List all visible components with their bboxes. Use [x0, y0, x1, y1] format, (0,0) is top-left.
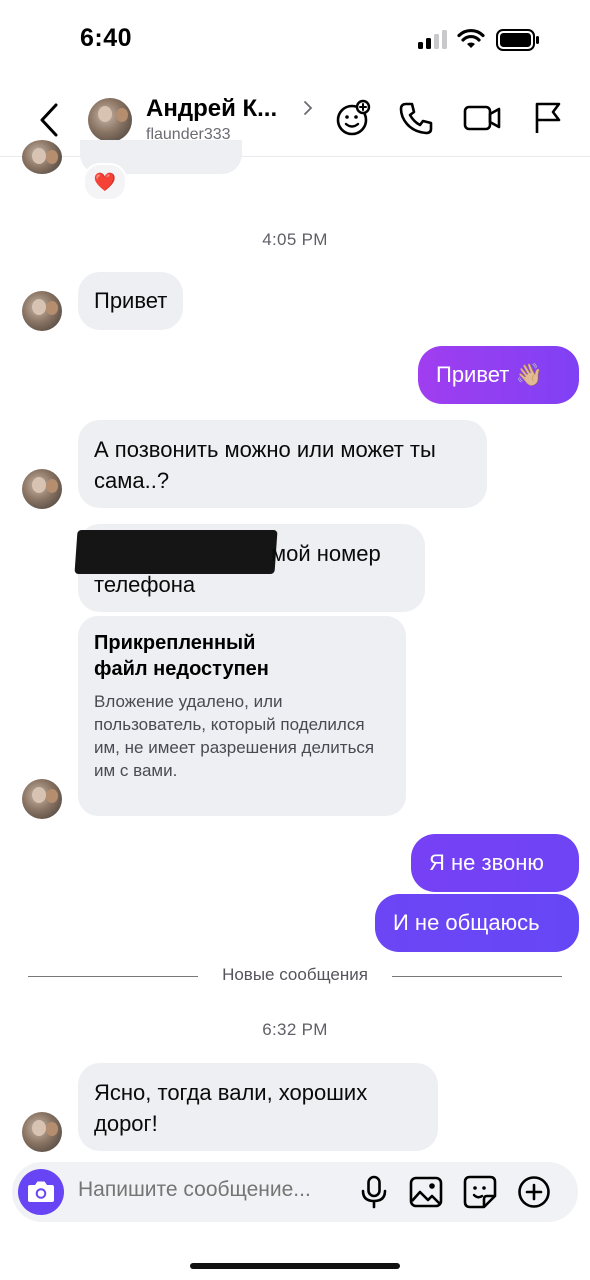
- incoming-message[interactable]: Ясно, тогда вали, хороших дорог!: [78, 1063, 438, 1151]
- wifi-icon: [457, 28, 485, 48]
- sticker-face-icon: [336, 99, 371, 136]
- new-messages-divider: Новые сообщения: [0, 965, 590, 989]
- message-text: Я не звоню: [429, 850, 544, 875]
- battery-icon: [496, 29, 539, 51]
- outgoing-message[interactable]: Я не звоню: [411, 834, 579, 892]
- microphone-icon[interactable]: [356, 1174, 392, 1210]
- incoming-message[interactable]: мой номер телефона: [74, 524, 425, 612]
- video-camera-icon: [463, 105, 501, 131]
- avatar: [22, 1112, 62, 1152]
- new-messages-label: Новые сообщения: [222, 965, 368, 984]
- message-input[interactable]: [78, 1178, 348, 1202]
- divider-line: [392, 976, 562, 977]
- outgoing-message[interactable]: Привет 👋🏼: [418, 346, 579, 404]
- sticker-icon[interactable]: [462, 1174, 498, 1210]
- message-text: Привет 👋🏼: [436, 362, 543, 387]
- contact-name[interactable]: Андрей К...: [146, 95, 277, 123]
- outgoing-message[interactable]: И не общаюсь: [375, 894, 579, 952]
- effects-button[interactable]: [330, 96, 374, 140]
- incoming-message[interactable]: А позвонить можно или может ты сама..?: [78, 420, 487, 508]
- message-text: И не общаюсь: [393, 910, 540, 935]
- unavailable-attachment-card[interactable]: Прикрепленный файл недоступен Вложение у…: [78, 616, 406, 816]
- camera-button[interactable]: [18, 1169, 64, 1215]
- incoming-message[interactable]: Привет: [78, 272, 184, 330]
- message-text: мой номер: [271, 541, 381, 566]
- avatar: [22, 140, 62, 174]
- avatar: [22, 779, 62, 819]
- attachment-title: Прикрепленный файл недоступен: [94, 632, 269, 680]
- camera-icon: [28, 1181, 54, 1202]
- home-indicator: [190, 1263, 400, 1269]
- back-chevron-icon[interactable]: [36, 102, 62, 138]
- message-text: Ясно, тогда вали, хороших дорог!: [94, 1080, 368, 1136]
- timestamp: 4:05 PM: [262, 230, 328, 249]
- timestamp: 6:32 PM: [262, 1020, 328, 1039]
- message-text: Привет: [94, 288, 168, 313]
- chevron-right-icon[interactable]: [302, 100, 314, 116]
- signal-icon: [418, 30, 450, 49]
- phone-icon: [399, 102, 433, 135]
- call-button[interactable]: [394, 96, 438, 140]
- video-call-button[interactable]: [460, 96, 504, 140]
- avatar: [22, 469, 62, 509]
- attachment-description: Вложение удалено, или пользователь, кото…: [94, 692, 375, 780]
- contact-avatar[interactable]: [88, 98, 132, 142]
- status-time: 6:40: [80, 24, 133, 52]
- report-button[interactable]: [526, 96, 570, 140]
- avatar: [22, 291, 62, 331]
- heart-reaction: ❤️: [93, 171, 117, 192]
- add-icon[interactable]: [516, 1174, 552, 1210]
- redacted-phone-number: [74, 530, 278, 574]
- reaction-badge[interactable]: ❤️: [83, 163, 127, 201]
- gallery-icon[interactable]: [408, 1174, 444, 1210]
- flag-icon: [535, 102, 561, 133]
- message-text: А позвонить можно или может ты сама..?: [94, 437, 436, 493]
